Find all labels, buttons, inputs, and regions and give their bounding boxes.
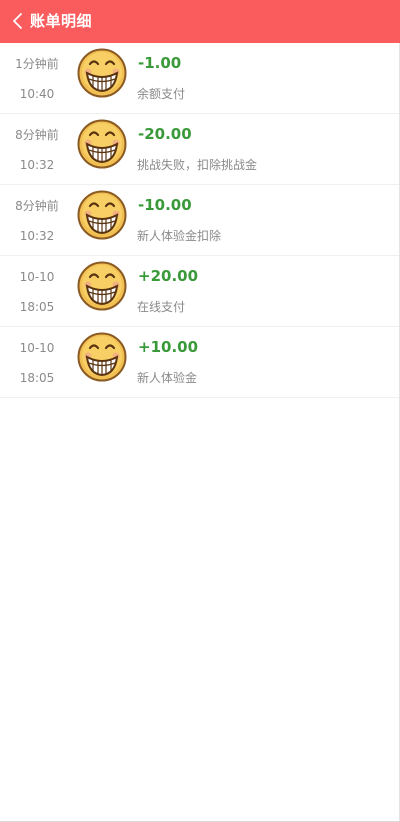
record-date: 8分钟前 <box>15 199 59 213</box>
page-title: 账单明细 <box>30 12 93 30</box>
record-date: 10-10 <box>19 341 55 355</box>
grinning-emoji-avatar <box>77 119 127 169</box>
bill-row[interactable]: 10-10 18:05 +20.00 在线支付 <box>0 256 400 327</box>
record-description: 挑战失败，扣除挑战金 <box>137 158 258 172</box>
record-time: 18:05 <box>19 300 55 314</box>
grinning-emoji-avatar <box>77 261 127 311</box>
record-amount: -1.00 <box>138 54 182 72</box>
record-time: 18:05 <box>19 371 55 385</box>
grinning-emoji-avatar <box>77 190 127 240</box>
bill-row[interactable]: 8分钟前 10:32 -10.00 新人体验金扣除 <box>0 185 400 256</box>
header-bar: 账单明细 <box>0 0 400 43</box>
record-date: 1分钟前 <box>15 57 59 71</box>
record-description: 新人体验金 <box>137 371 198 385</box>
record-amount: -20.00 <box>138 125 192 143</box>
bill-row[interactable]: 10-10 18:05 +10.00 新人体验金 <box>0 327 400 398</box>
record-amount: -10.00 <box>138 196 192 214</box>
record-amount: +10.00 <box>138 338 199 356</box>
record-time: 10:40 <box>19 87 55 101</box>
bill-row[interactable]: 1分钟前 10:40 -1.00 余额支付 <box>0 43 400 114</box>
record-date: 10-10 <box>19 270 55 284</box>
record-date: 8分钟前 <box>15 128 59 142</box>
record-time: 10:32 <box>19 158 55 172</box>
record-time: 10:32 <box>19 229 55 243</box>
bill-row[interactable]: 8分钟前 10:32 -20.00 挑战失败，扣除挑战金 <box>0 114 400 185</box>
record-description: 余额支付 <box>137 87 186 101</box>
grinning-emoji-avatar <box>77 48 127 98</box>
record-description: 在线支付 <box>137 300 186 314</box>
chevron-left-icon[interactable] <box>8 11 28 31</box>
record-description: 新人体验金扣除 <box>137 229 222 243</box>
record-amount: +20.00 <box>138 267 199 285</box>
page: 账单明细 1分钟前 10:40 -1.00 余额支付 8分钟前 10:32 -2… <box>0 0 400 822</box>
bill-list: 1分钟前 10:40 -1.00 余额支付 8分钟前 10:32 -20.00 … <box>0 43 400 398</box>
grinning-emoji-avatar <box>77 332 127 382</box>
